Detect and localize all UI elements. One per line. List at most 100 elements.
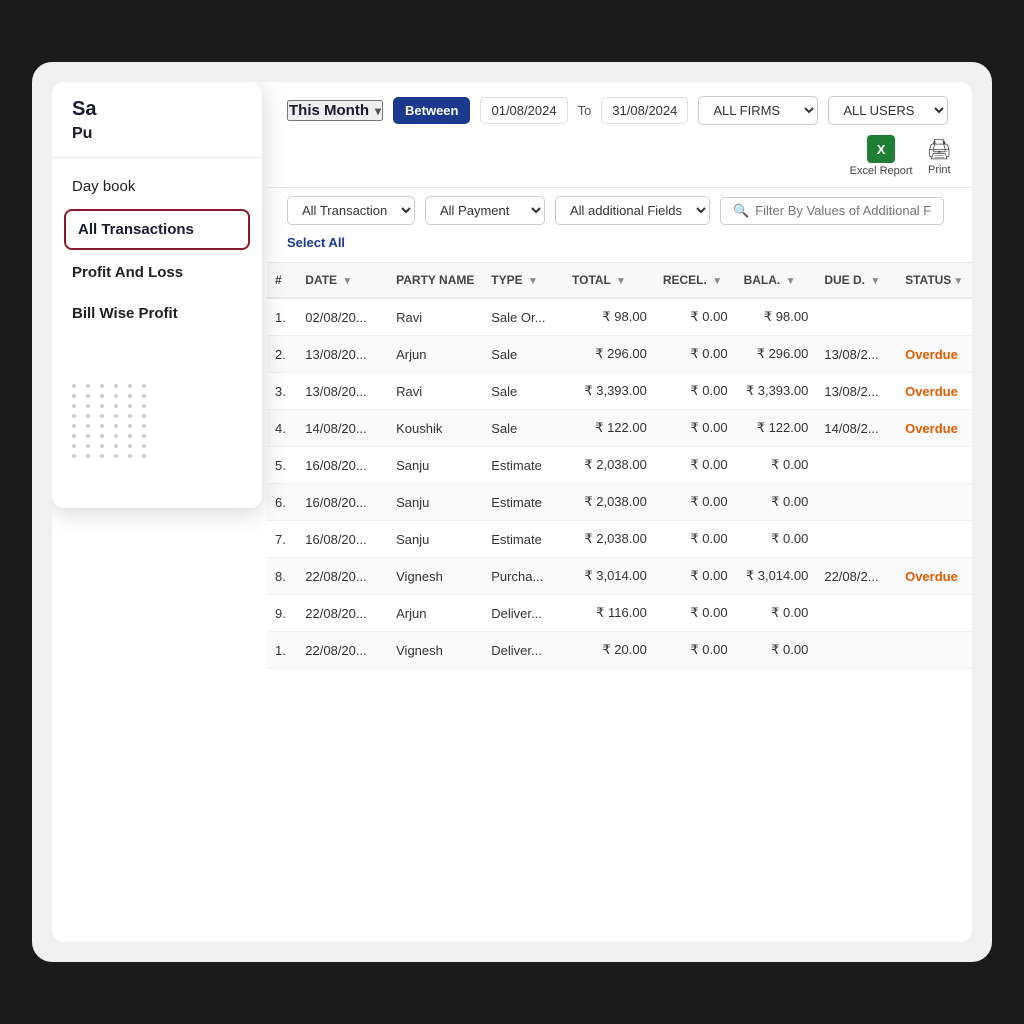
cell-num: 3. (267, 373, 297, 410)
cell-status (897, 484, 972, 521)
cell-bala: ₹ 3,014.00 (736, 558, 817, 595)
cell-dued (816, 447, 897, 484)
cell-recel: ₹ 0.00 (655, 484, 736, 521)
cell-recel: ₹ 0.00 (655, 410, 736, 447)
cell-num: 9. (267, 595, 297, 632)
cell-total: ₹ 116.00 (564, 595, 655, 632)
cell-party: Ravi (388, 373, 483, 410)
cell-party: Sanju (388, 521, 483, 558)
table-row[interactable]: 8. 22/08/20... Vignesh Purcha... ₹ 3,014… (267, 558, 972, 595)
table-row[interactable]: 3. 13/08/20... Ravi Sale ₹ 3,393.00 ₹ 0.… (267, 373, 972, 410)
table-row[interactable]: 1. 02/08/20... Ravi Sale Or... ₹ 98.00 ₹… (267, 298, 972, 336)
cell-date: 22/08/20... (297, 595, 388, 632)
all-transaction-select[interactable]: All Transaction (287, 196, 415, 225)
cell-type: Deliver... (483, 595, 564, 632)
date-from: 01/08/2024 (480, 97, 567, 124)
screen: Sa Pu Day book All Transactions Profit A… (32, 62, 992, 962)
cell-type: Sale (483, 410, 564, 447)
cell-status: Overdue (897, 373, 972, 410)
sidebar-item-all-transactions[interactable]: All Transactions (64, 209, 250, 250)
cell-num: 5. (267, 447, 297, 484)
col-header-date[interactable]: DATE ▼ (297, 263, 388, 298)
cell-dued (816, 484, 897, 521)
cell-date: 22/08/20... (297, 632, 388, 669)
cell-type: Estimate (483, 447, 564, 484)
excel-label: Excel Report (850, 165, 913, 177)
cell-party: Sanju (388, 484, 483, 521)
cell-status (897, 521, 972, 558)
table-row[interactable]: 2. 13/08/20... Arjun Sale ₹ 296.00 ₹ 0.0… (267, 336, 972, 373)
cell-recel: ₹ 0.00 (655, 298, 736, 336)
col-header-bala[interactable]: BALA. ▼ (736, 263, 817, 298)
cell-total: ₹ 2,038.00 (564, 484, 655, 521)
table-row[interactable]: 7. 16/08/20... Sanju Estimate ₹ 2,038.00… (267, 521, 972, 558)
cell-date: 22/08/20... (297, 558, 388, 595)
cell-party: Sanju (388, 447, 483, 484)
sidebar-item-profit-and-loss[interactable]: Profit And Loss (52, 252, 262, 293)
col-header-dued[interactable]: DUE D. ▼ (816, 263, 897, 298)
table-row[interactable]: 5. 16/08/20... Sanju Estimate ₹ 2,038.00… (267, 447, 972, 484)
decorative-dots (52, 354, 262, 488)
cell-total: ₹ 3,014.00 (564, 558, 655, 595)
cell-recel: ₹ 0.00 (655, 558, 736, 595)
table-row[interactable]: 9. 22/08/20... Arjun Deliver... ₹ 116.00… (267, 595, 972, 632)
col-header-total[interactable]: TOTAL ▼ (564, 263, 655, 298)
cell-recel: ₹ 0.00 (655, 447, 736, 484)
cell-dued (816, 632, 897, 669)
cell-status: Overdue (897, 336, 972, 373)
cell-date: 16/08/20... (297, 521, 388, 558)
sidebar-title-pu: Pu (52, 125, 262, 157)
cell-dued (816, 298, 897, 336)
sidebar-title-sa: Sa (52, 98, 262, 125)
cell-status (897, 298, 972, 336)
col-header-type[interactable]: TYPE ▼ (483, 263, 564, 298)
search-input[interactable] (755, 203, 931, 218)
cell-status: Overdue (897, 558, 972, 595)
all-firms-select[interactable]: ALL FIRMS (698, 96, 818, 125)
cell-recel: ₹ 0.00 (655, 632, 736, 669)
table-row[interactable]: 6. 16/08/20... Sanju Estimate ₹ 2,038.00… (267, 484, 972, 521)
cell-num: 1. (267, 298, 297, 336)
excel-icon: X (867, 135, 895, 163)
all-payment-select[interactable]: All Payment (425, 196, 545, 225)
col-header-party: PARTY NAME (388, 263, 483, 298)
cell-num: 4. (267, 410, 297, 447)
print-icon: 🖨 (927, 137, 952, 162)
cell-total: ₹ 2,038.00 (564, 447, 655, 484)
cell-num: 6. (267, 484, 297, 521)
additional-fields-select[interactable]: All additional Fields (555, 196, 710, 225)
sidebar-item-day-book[interactable]: Day book (52, 166, 262, 207)
cell-total: ₹ 3,393.00 (564, 373, 655, 410)
all-users-select[interactable]: ALL USERS (828, 96, 948, 125)
cell-date: 16/08/20... (297, 447, 388, 484)
table-row[interactable]: 4. 14/08/20... Koushik Sale ₹ 122.00 ₹ 0… (267, 410, 972, 447)
cell-dued: 14/08/2... (816, 410, 897, 447)
cell-recel: ₹ 0.00 (655, 595, 736, 632)
excel-report-button[interactable]: X Excel Report (850, 135, 913, 177)
sidebar-item-bill-wise-profit[interactable]: Bill Wise Profit (52, 293, 262, 334)
cell-dued: 13/08/2... (816, 336, 897, 373)
filter-bar: This Month ▾ Between 01/08/2024 To 31/08… (267, 82, 972, 188)
month-selector-button[interactable]: This Month ▾ (287, 100, 383, 121)
cell-date: 13/08/20... (297, 336, 388, 373)
col-header-recel[interactable]: RECEL. ▼ (655, 263, 736, 298)
cell-status (897, 447, 972, 484)
col-header-status[interactable]: STATUS▼ (897, 263, 972, 298)
month-label: This Month (289, 102, 369, 119)
select-all-button[interactable]: Select All (287, 235, 345, 250)
cell-bala: ₹ 122.00 (736, 410, 817, 447)
cell-bala: ₹ 0.00 (736, 632, 817, 669)
cell-type: Purcha... (483, 558, 564, 595)
date-to-label: To (578, 103, 592, 118)
between-button[interactable]: Between (393, 97, 470, 124)
cell-num: 8. (267, 558, 297, 595)
cell-num: 1. (267, 632, 297, 669)
cell-type: Estimate (483, 521, 564, 558)
cell-bala: ₹ 296.00 (736, 336, 817, 373)
search-icon: 🔍 (733, 203, 749, 219)
cell-type: Sale (483, 373, 564, 410)
table-row[interactable]: 1. 22/08/20... Vignesh Deliver... ₹ 20.0… (267, 632, 972, 669)
cell-total: ₹ 296.00 (564, 336, 655, 373)
print-button[interactable]: 🖨 Print (927, 137, 952, 176)
cell-bala: ₹ 0.00 (736, 484, 817, 521)
